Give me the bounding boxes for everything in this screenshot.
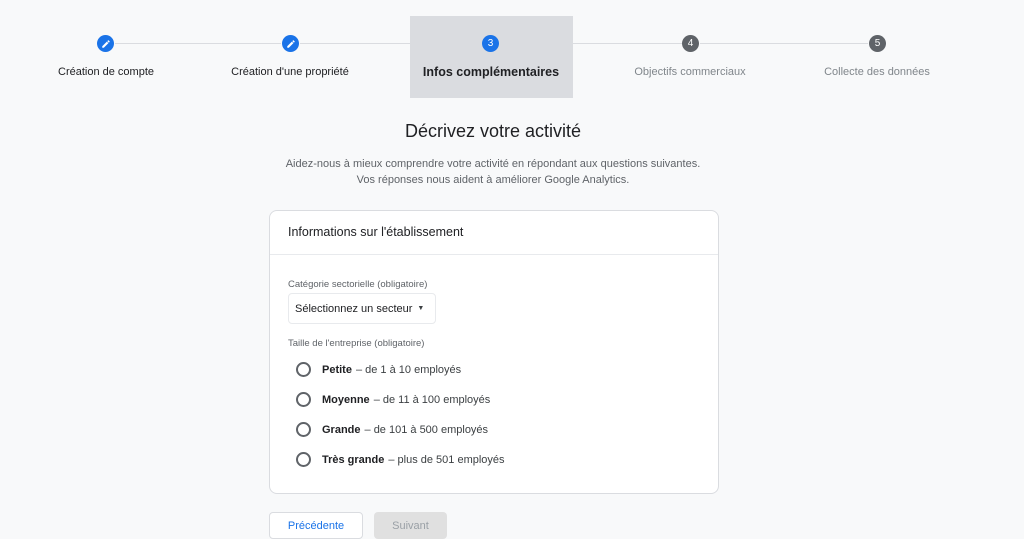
business-info-card: Informations sur l'établissement Catégor… [269, 210, 719, 494]
step-4-indicator: 4 [682, 35, 699, 52]
step-1-label[interactable]: Création de compte [58, 66, 154, 78]
size-option-very-large[interactable]: Très grande – plus de 501 employés [296, 452, 505, 467]
previous-button[interactable]: Précédente [269, 512, 363, 539]
category-label: Catégorie sectorielle (obligatoire) [288, 279, 428, 290]
step-1-indicator[interactable] [97, 35, 114, 52]
card-header: Informations sur l'établissement [270, 211, 718, 255]
radio-button[interactable] [296, 362, 311, 377]
size-option-name: Grande [322, 423, 361, 436]
step-connector [300, 43, 482, 44]
pencil-icon [101, 39, 110, 48]
step-3-label: Infos complémentaires [422, 65, 560, 79]
next-button[interactable]: Suivant [374, 512, 447, 539]
step-4-label: Objectifs commerciaux [634, 66, 746, 78]
active-step-highlight [410, 16, 573, 98]
radio-button[interactable] [296, 452, 311, 467]
category-select-value: Sélectionnez un secteur [295, 302, 413, 315]
size-option-name: Moyenne [322, 393, 370, 406]
step-2-indicator[interactable] [282, 35, 299, 52]
size-option-detail: – de 1 à 10 employés [355, 363, 462, 376]
size-option-detail: – de 101 à 500 employés [364, 423, 489, 436]
step-3-indicator: 3 [482, 35, 499, 52]
step-5-indicator: 5 [869, 35, 886, 52]
radio-button[interactable] [296, 422, 311, 437]
step-connector [700, 43, 868, 44]
size-option-large[interactable]: Grande – de 101 à 500 employés [296, 422, 488, 437]
stepper: Création de compte Création d'une propri… [0, 0, 1024, 100]
step-connector [500, 43, 682, 44]
size-label: Taille de l'entreprise (obligatoire) [288, 338, 425, 349]
subtitle-line-1: Aidez-nous à mieux comprendre votre acti… [285, 158, 701, 170]
step-5-label: Collecte des données [824, 66, 930, 78]
page-subtitle: Aidez-nous à mieux comprendre votre acti… [0, 156, 986, 188]
step-2-label[interactable]: Création d'une propriété [231, 66, 349, 78]
size-option-name: Petite [322, 363, 352, 376]
category-select[interactable]: Sélectionnez un secteur ▼ [288, 293, 436, 324]
page-title: Décrivez votre activité [404, 121, 582, 141]
page: Création de compte Création d'une propri… [0, 0, 1024, 539]
size-option-detail: – plus de 501 employés [388, 453, 505, 466]
caret-down-icon: ▼ [417, 305, 425, 312]
size-option-name: Très grande [322, 453, 385, 466]
size-option-detail: – de 11 à 100 employés [373, 393, 491, 406]
pencil-icon [286, 39, 295, 48]
step-connector [115, 43, 281, 44]
size-option-medium[interactable]: Moyenne – de 11 à 100 employés [296, 392, 490, 407]
subtitle-line-2: Vos réponses nous aident à améliorer Goo… [356, 174, 630, 186]
size-option-small[interactable]: Petite – de 1 à 10 employés [296, 362, 461, 377]
radio-button[interactable] [296, 392, 311, 407]
